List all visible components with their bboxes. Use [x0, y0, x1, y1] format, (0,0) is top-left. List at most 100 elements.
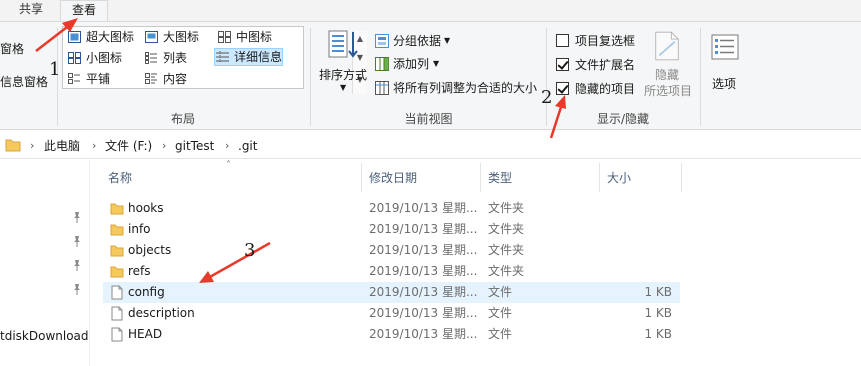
file-row[interactable]: refs 2019/10/13 星期... 文件夹	[103, 261, 680, 282]
group-by-button[interactable]: 分组依据 ▼	[373, 32, 463, 50]
hidden-items-checkbox[interactable]	[556, 82, 569, 95]
options-button[interactable]: 选项	[706, 32, 746, 94]
layout-small-icons[interactable]: 小图标	[66, 49, 122, 67]
column-separator[interactable]	[361, 163, 362, 192]
breadcrumb-chevron-icon[interactable]: ›	[92, 138, 96, 154]
file-modified: 2019/10/13 星期...	[369, 327, 478, 341]
file-type: 文件	[488, 306, 513, 320]
file-type: 文件夹	[488, 243, 525, 257]
folder-icon	[110, 224, 124, 236]
file-size: 1 KB	[644, 285, 672, 299]
layout-group-label: 布局	[170, 112, 195, 126]
pin-icon[interactable]	[72, 211, 82, 223]
pin-icon[interactable]	[72, 235, 82, 247]
item-checkboxes-toggle[interactable]: 项目复选框	[555, 32, 645, 50]
file-type: 文件	[488, 327, 513, 341]
file-extensions-checkbox[interactable]	[556, 58, 569, 71]
column-header-name[interactable]: 名称	[108, 170, 132, 186]
file-icon	[111, 327, 123, 342]
large-icons-icon	[145, 31, 158, 43]
hide-selected-line1: 隐藏	[655, 68, 680, 82]
add-columns-dropdown-icon: ▼	[433, 59, 440, 68]
list-icon	[145, 52, 157, 64]
column-separator[interactable]	[480, 163, 481, 192]
breadcrumb-git[interactable]: .git	[238, 138, 257, 154]
column-header-modified[interactable]: 修改日期	[369, 170, 417, 186]
layout-medium-icons[interactable]: 中图标	[216, 28, 272, 46]
file-row[interactable]: description 2019/10/13 星期... 文件 1 KB	[103, 303, 680, 324]
pin-icon[interactable]	[72, 259, 82, 271]
annotation-step-3: 3	[244, 240, 256, 261]
file-row[interactable]: config 2019/10/13 星期... 文件 1 KB	[103, 282, 680, 303]
breadcrumb-chevron-icon[interactable]: ›	[30, 138, 34, 154]
layout-list[interactable]: 列表	[143, 49, 187, 67]
file-name: HEAD	[128, 327, 163, 341]
small-icons-icon	[68, 52, 81, 64]
details-pane-button[interactable]: 信息窗格	[0, 74, 48, 90]
folder-icon	[110, 245, 124, 257]
sort-by-button[interactable]: 排序方式 ▼	[317, 28, 369, 94]
file-row[interactable]: hooks 2019/10/13 星期... 文件夹	[103, 198, 680, 219]
breadcrumb-gittest[interactable]: gitTest	[175, 138, 214, 154]
size-all-columns-button[interactable]: 将所有列调整为合适的大小	[373, 79, 541, 97]
nav-item-partial[interactable]: tdiskDownload	[0, 328, 89, 344]
file-modified: 2019/10/13 星期...	[369, 264, 478, 278]
breadcrumb-drive-f[interactable]: 文件 (F:)	[105, 138, 152, 154]
address-bar[interactable]: › 此电脑 › 文件 (F:) › gitTest › .git	[0, 133, 861, 159]
file-row[interactable]: info 2019/10/13 星期... 文件夹	[103, 219, 680, 240]
breadcrumb-chevron-icon[interactable]: ›	[162, 138, 166, 154]
hidden-items-toggle[interactable]: 隐藏的项目	[555, 80, 645, 98]
add-columns-label: 添加列	[393, 57, 430, 71]
folder-icon	[110, 203, 124, 215]
layout-extra-large-icons[interactable]: 超大图标	[66, 28, 134, 46]
group-by-label: 分组依据	[393, 34, 442, 48]
file-extensions-toggle[interactable]: 文件扩展名	[555, 56, 645, 74]
preview-pane-button[interactable]: 窗格	[0, 41, 24, 57]
file-type: 文件夹	[488, 201, 525, 215]
pin-icon[interactable]	[72, 283, 82, 295]
layout-content-label: 内容	[163, 72, 188, 86]
tiles-icon	[68, 73, 80, 84]
navigation-pane-divider[interactable]	[89, 160, 90, 366]
group-separator	[546, 28, 547, 126]
size-columns-icon	[375, 81, 389, 95]
breadcrumb-this-pc[interactable]: 此电脑	[44, 138, 80, 154]
column-header-size[interactable]: 大小	[607, 170, 631, 186]
layout-tiles[interactable]: 平铺	[66, 70, 110, 88]
tab-view[interactable]: 查看	[60, 0, 108, 23]
add-columns-button[interactable]: 添加列 ▼	[373, 55, 453, 73]
hide-selected-line2: 所选项目	[644, 84, 693, 98]
breadcrumb-chevron-icon[interactable]: ›	[225, 138, 229, 154]
file-name: refs	[128, 264, 151, 278]
extra-large-icons-icon	[68, 31, 81, 43]
file-modified: 2019/10/13 星期...	[369, 243, 478, 257]
layout-large-icons[interactable]: 大图标	[143, 28, 199, 46]
file-modified: 2019/10/13 星期...	[369, 285, 478, 299]
file-type: 文件夹	[488, 264, 525, 278]
sort-ascending-icon: ˄	[226, 160, 231, 171]
file-icon	[111, 306, 123, 321]
folder-icon	[5, 139, 21, 152]
column-header-type[interactable]: 类型	[488, 170, 512, 186]
file-row[interactable]: objects 2019/10/13 星期... 文件夹	[103, 240, 680, 261]
column-separator[interactable]	[599, 163, 600, 192]
file-name: objects	[128, 243, 172, 257]
folder-icon	[110, 266, 124, 278]
file-size: 1 KB	[644, 306, 672, 320]
hide-selected-items-button[interactable]: 隐藏 所选项目	[642, 28, 696, 100]
layout-gallery: 超大图标 大图标 中图标 小图标 列表 详细信息 平铺 内容 ▲ ▼ ▼	[62, 26, 367, 94]
options-icon	[711, 34, 739, 60]
hide-selected-icon	[655, 31, 679, 61]
file-type: 文件夹	[488, 222, 525, 236]
file-icon	[111, 285, 123, 300]
details-icon	[216, 51, 229, 63]
column-separator[interactable]	[681, 163, 682, 192]
layout-details[interactable]: 详细信息	[214, 48, 284, 66]
file-name: config	[128, 285, 165, 299]
content-icon	[145, 73, 157, 84]
layout-content[interactable]: 内容	[143, 70, 187, 88]
show-hide-group-label: 显示/隐藏	[596, 112, 650, 126]
file-row[interactable]: HEAD 2019/10/13 星期... 文件 1 KB	[103, 324, 680, 345]
tab-share[interactable]: 共享	[8, 0, 54, 21]
item-checkboxes-checkbox[interactable]	[556, 34, 569, 47]
